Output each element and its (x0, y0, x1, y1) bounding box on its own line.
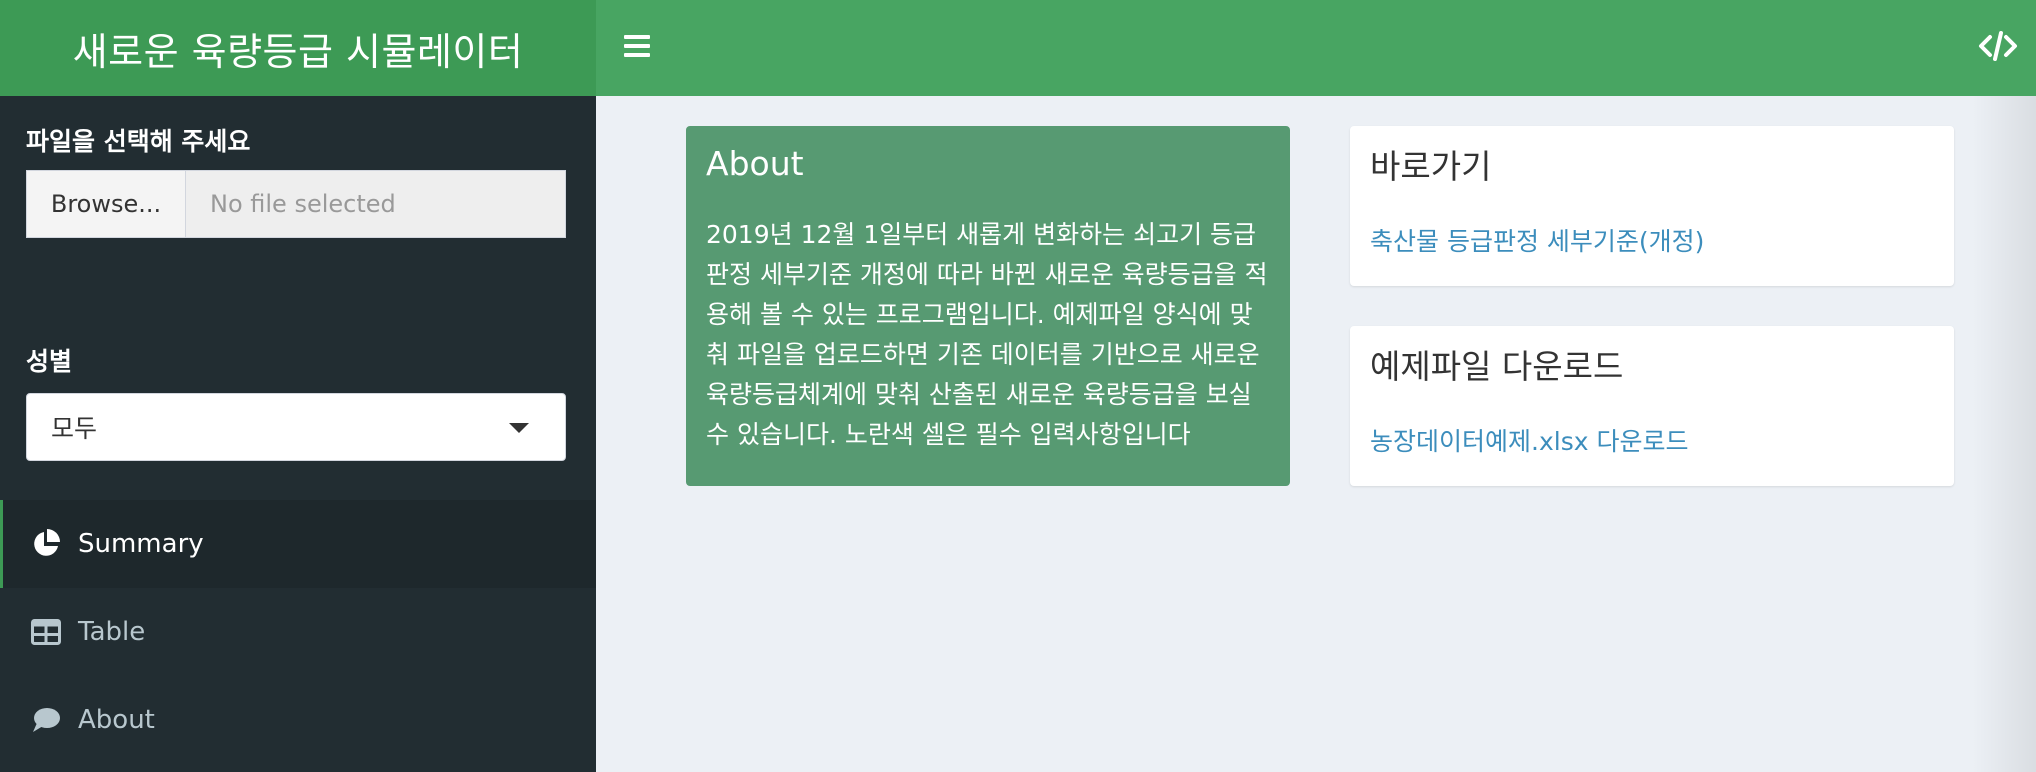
pie-chart-icon (30, 528, 62, 560)
sidebar-item-about[interactable]: About (0, 676, 596, 764)
top-navbar (596, 0, 2036, 96)
download-box: 예제파일 다운로드 농장데이터예제.xlsx 다운로드 (1350, 326, 1954, 486)
file-input-label: 파일을 선택해 주세요 (26, 127, 251, 156)
gender-select-value: 모두 (51, 414, 98, 443)
sidebar-item-summary[interactable]: Summary (0, 500, 596, 588)
about-box: About 2019년 12월 1일부터 새롭게 변화하는 쇠고기 등급판정 세… (686, 126, 1290, 486)
code-icon[interactable] (1978, 26, 2018, 66)
sidebar-item-label: Summary (78, 529, 204, 559)
sidebar-item-label: Table (78, 617, 146, 647)
comment-icon (30, 704, 62, 736)
sidebar: 파일을 선택해 주세요 Browse... No file selected 성… (0, 96, 596, 772)
file-input: Browse... No file selected (26, 170, 566, 238)
caret-down-icon (509, 423, 529, 433)
gender-select[interactable]: 모두 (26, 393, 566, 461)
shortcut-box-title: 바로가기 (1370, 147, 1492, 186)
shortcut-box: 바로가기 축산물 등급판정 세부기준(개정) (1350, 126, 1954, 286)
table-icon (30, 616, 62, 648)
example-file-download-link[interactable]: 농장데이터예제.xlsx 다운로드 (1370, 422, 1934, 458)
browse-button[interactable]: Browse... (26, 170, 186, 238)
sidebar-item-table[interactable]: Table (0, 588, 596, 676)
about-box-text: 2019년 12월 1일부터 새롭게 변화하는 쇠고기 등급판정 세부기준 개정… (706, 220, 1268, 449)
app-title: 새로운 육량등급 시뮬레이터 (0, 0, 596, 96)
gender-label: 성별 (26, 347, 73, 376)
grading-criteria-link[interactable]: 축산물 등급판정 세부기준(개정) (1370, 222, 1934, 258)
sidebar-toggle-icon[interactable] (624, 33, 650, 59)
about-box-title: About (706, 144, 804, 183)
file-name-field[interactable]: No file selected (186, 170, 566, 238)
download-box-title: 예제파일 다운로드 (1370, 347, 1624, 386)
scroll-edge-shadow (1972, 96, 2036, 772)
sidebar-item-label: About (78, 705, 155, 735)
